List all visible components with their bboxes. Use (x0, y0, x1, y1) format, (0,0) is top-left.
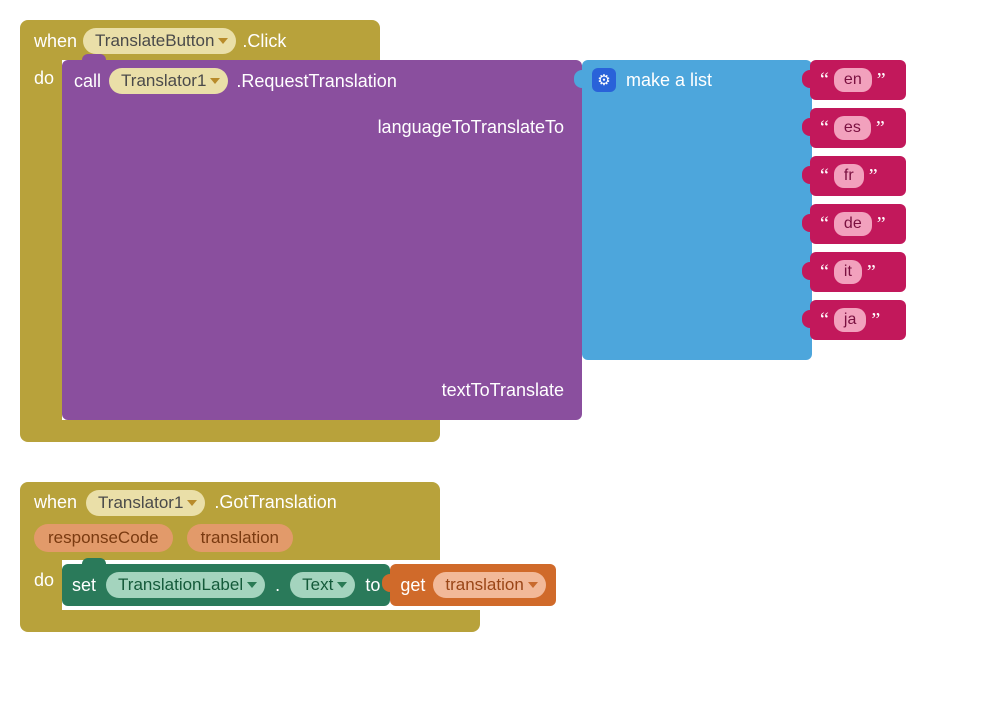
event-header: when Translator1 .GotTranslation (20, 482, 440, 520)
text-block-fr[interactable]: “ fr ” (810, 156, 906, 196)
component-dropdown-translator1[interactable]: Translator1 (86, 490, 205, 516)
chevron-down-icon (210, 78, 220, 84)
call-keyword: call (74, 71, 101, 92)
gear-icon[interactable]: ⚙ (592, 68, 616, 92)
event-block-when-click[interactable]: when TranslateButton .Click do call (20, 20, 984, 442)
component-dropdown-translator1[interactable]: Translator1 (109, 68, 228, 94)
arg-label-text: textToTranslate (442, 380, 564, 401)
text-value[interactable]: ja (834, 308, 866, 332)
make-a-list-block[interactable]: ⚙ make a list (582, 60, 812, 360)
variable-dropdown-translation[interactable]: translation (433, 572, 545, 598)
when-keyword: when (34, 31, 77, 52)
event-block-got-translation[interactable]: when Translator1 .GotTranslation respons… (20, 482, 984, 632)
dot: . (275, 575, 280, 596)
do-label: do (20, 60, 62, 420)
make-a-list-label: make a list (626, 70, 712, 91)
to-keyword: to (365, 575, 380, 596)
chevron-down-icon (528, 582, 538, 588)
call-block-request-translation[interactable]: call Translator1 .RequestTranslation lan… (62, 60, 582, 420)
component-dropdown-translationlabel[interactable]: TranslationLabel (106, 572, 265, 598)
when-keyword: when (34, 492, 77, 512)
property-dropdown-text[interactable]: Text (290, 572, 355, 598)
param-responsecode[interactable]: responseCode (34, 524, 173, 552)
text-block-de[interactable]: “ de ” (810, 204, 906, 244)
chevron-down-icon (218, 38, 228, 44)
list-items-column: “ en ” “ es ” (810, 60, 906, 340)
text-value[interactable]: fr (834, 164, 864, 188)
param-translation[interactable]: translation (187, 524, 293, 552)
text-value[interactable]: it (834, 260, 862, 284)
set-keyword: set (72, 575, 96, 596)
chevron-down-icon (187, 500, 197, 506)
event-header: when TranslateButton .Click (20, 20, 380, 60)
text-value[interactable]: es (834, 116, 871, 140)
chevron-down-icon (337, 582, 347, 588)
get-variable-block[interactable]: get translation (390, 564, 555, 606)
text-value[interactable]: de (834, 212, 872, 236)
event-name: .Click (242, 31, 286, 52)
do-label: do (20, 560, 62, 610)
event-params-row: responseCode translation (20, 520, 440, 560)
set-property-block[interactable]: set TranslationLabel . Text to (62, 564, 390, 606)
arg-label-language: languageToTranslateTo (378, 117, 564, 138)
text-block-it[interactable]: “ it ” (810, 252, 906, 292)
text-value[interactable]: en (834, 68, 872, 92)
method-name: .RequestTranslation (236, 71, 396, 92)
text-block-en[interactable]: “ en ” (810, 60, 906, 100)
event-name: .GotTranslation (214, 492, 336, 512)
chevron-down-icon (247, 582, 257, 588)
get-keyword: get (400, 575, 425, 596)
text-block-es[interactable]: “ es ” (810, 108, 906, 148)
component-dropdown-translatebutton[interactable]: TranslateButton (83, 28, 236, 54)
text-block-ja[interactable]: “ ja ” (810, 300, 906, 340)
